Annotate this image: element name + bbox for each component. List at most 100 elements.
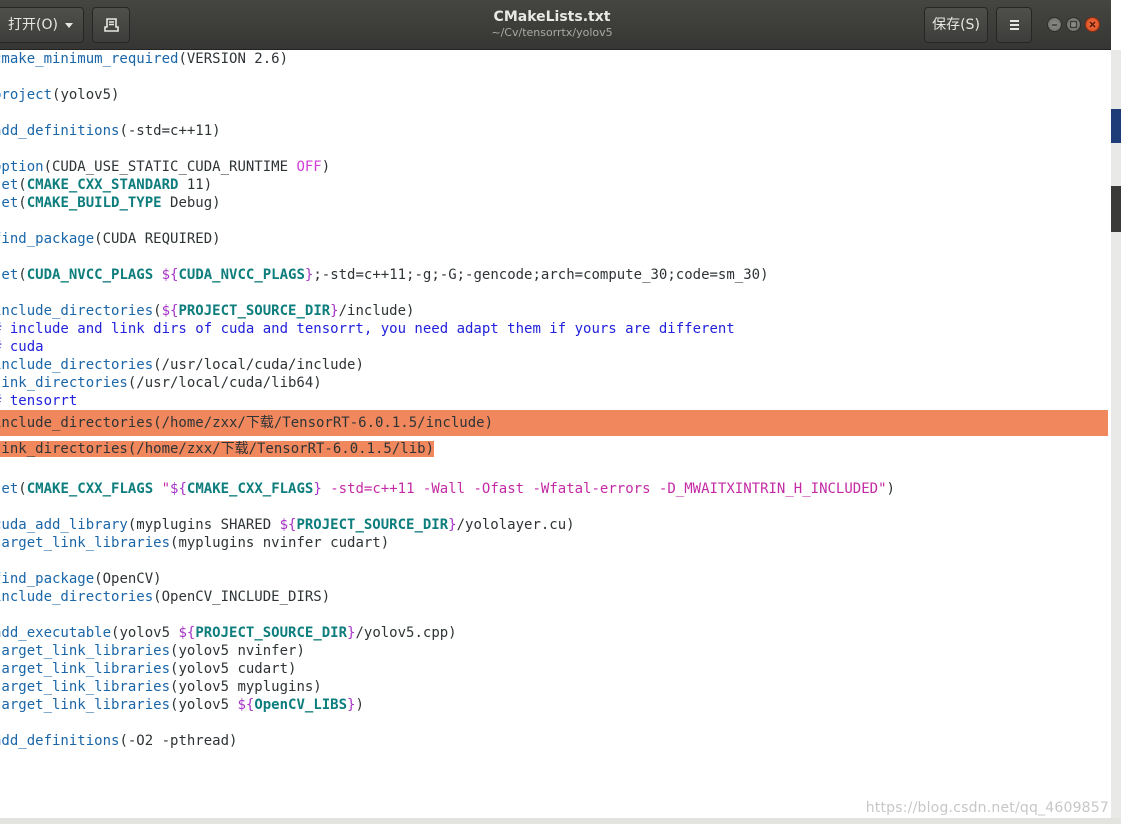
open-button[interactable]: 打开(O) bbox=[0, 7, 84, 43]
code-line[interactable] bbox=[0, 212, 1108, 230]
code-line[interactable] bbox=[0, 68, 1108, 86]
close-icon bbox=[1089, 21, 1096, 28]
code-token: PROJECT_SOURCE_DIR bbox=[296, 517, 449, 533]
code-line[interactable]: target_link_libraries(yolov5 myplugins) bbox=[0, 678, 1108, 696]
code-line[interactable]: cuda_add_library(myplugins SHARED ${PROJ… bbox=[0, 516, 1108, 534]
code-token: target_link_libraries bbox=[0, 535, 171, 551]
code-token: add_definitions bbox=[0, 733, 120, 749]
code-token: include_directories bbox=[0, 357, 154, 373]
maximize-button[interactable] bbox=[1066, 17, 1081, 32]
code-token: set bbox=[0, 177, 19, 193]
code-token: ${ bbox=[161, 267, 179, 283]
close-button[interactable] bbox=[1085, 17, 1100, 32]
code-token: # tensorrt bbox=[0, 393, 78, 409]
code-line[interactable]: include_directories(OpenCV_INCLUDE_DIRS) bbox=[0, 588, 1108, 606]
code-line[interactable] bbox=[0, 248, 1108, 266]
save-button[interactable]: 保存(S) bbox=[924, 7, 988, 43]
code-line[interactable]: add_executable(yolov5 ${PROJECT_SOURCE_D… bbox=[0, 624, 1108, 642]
code-line[interactable]: target_link_libraries(yolov5 nvinfer) bbox=[0, 642, 1108, 660]
code-line[interactable]: target_link_libraries(myplugins nvinfer … bbox=[0, 534, 1108, 552]
code-token: CUDA_NVCC_PLAGS bbox=[178, 267, 305, 283]
watermark: https://blog.csdn.net/qq_4609857 bbox=[865, 800, 1109, 816]
code-token: (CUDA REQUIRED) bbox=[94, 231, 221, 247]
selection: link_directories(/home/zxx/下载/TensorRT-6… bbox=[0, 441, 435, 457]
code-token: } bbox=[330, 303, 339, 319]
code-token: ${ bbox=[237, 697, 255, 713]
background-window-edge bbox=[1111, 186, 1121, 232]
code-token: set bbox=[0, 481, 19, 497]
code-line[interactable] bbox=[0, 284, 1108, 302]
code-line[interactable]: set(CMAKE_CXX_FLAGS "${CMAKE_CXX_FLAGS} … bbox=[0, 480, 1108, 498]
code-line[interactable]: add_definitions(-O2 -pthread) bbox=[0, 732, 1108, 750]
code-token: ( bbox=[18, 267, 27, 283]
code-line[interactable] bbox=[0, 606, 1108, 624]
code-token: find_package bbox=[0, 571, 95, 587]
code-token: /include) bbox=[338, 303, 415, 319]
code-token: target_link_libraries bbox=[0, 679, 171, 695]
code-token: ( bbox=[153, 303, 162, 319]
code-token: -std=c++11 -Wall -Ofast -Wfatal-errors -… bbox=[321, 481, 887, 497]
code-line[interactable]: find_package(OpenCV) bbox=[0, 570, 1108, 588]
code-token: CMAKE_CXX_STANDARD bbox=[26, 177, 179, 193]
code-token: OpenCV_LIBS bbox=[254, 697, 348, 713]
text-editor[interactable]: cmake_minimum_required(VERSION 2.6) proj… bbox=[0, 50, 1111, 818]
document-path: ~/Cv/tensorrtx/yolov5 bbox=[491, 26, 613, 39]
code-line[interactable]: find_package(CUDA REQUIRED) bbox=[0, 230, 1108, 248]
code-token: (CUDA_USE_STATIC_CUDA_RUNTIME bbox=[43, 159, 297, 175]
code-token: " bbox=[161, 481, 171, 497]
code-line[interactable]: set(CMAKE_CXX_STANDARD 11) bbox=[0, 176, 1108, 194]
code-line[interactable]: link_directories(/usr/local/cuda/lib64) bbox=[0, 374, 1108, 392]
code-line[interactable]: include_directories(/usr/local/cuda/incl… bbox=[0, 356, 1108, 374]
code-token: ( bbox=[18, 177, 27, 193]
code-token: set bbox=[0, 195, 19, 211]
code-line[interactable] bbox=[0, 462, 1108, 480]
code-line[interactable]: include_directories(/home/zxx/下载/TensorR… bbox=[0, 410, 1108, 436]
code-token: (yolov5 bbox=[170, 697, 238, 713]
code-token: include_directories(/home/zxx/下载/TensorR… bbox=[0, 415, 494, 431]
code-line[interactable]: target_link_libraries(yolov5 cudart) bbox=[0, 660, 1108, 678]
code-line[interactable]: # include and link dirs of cuda and tens… bbox=[0, 320, 1108, 338]
code-token: target_link_libraries bbox=[0, 661, 171, 677]
code-token: find_package bbox=[0, 231, 95, 247]
code-token: ) bbox=[886, 481, 895, 497]
code-line[interactable]: include_directories(${PROJECT_SOURCE_DIR… bbox=[0, 302, 1108, 320]
code-token: add_executable bbox=[0, 625, 112, 641]
code-token: 11) bbox=[178, 177, 213, 193]
code-token: cmake_minimum_required bbox=[0, 51, 179, 67]
code-token: ${ bbox=[161, 303, 179, 319]
code-line[interactable] bbox=[0, 552, 1108, 570]
code-token: include_directories bbox=[0, 303, 154, 319]
code-token: project bbox=[0, 87, 53, 103]
code-line[interactable]: set(CMAKE_BUILD_TYPE Debug) bbox=[0, 194, 1108, 212]
new-document-button[interactable] bbox=[92, 7, 130, 43]
menu-button[interactable] bbox=[996, 7, 1032, 43]
code-line[interactable]: cmake_minimum_required(VERSION 2.6) bbox=[0, 50, 1108, 68]
code-line[interactable]: # cuda bbox=[0, 338, 1108, 356]
code-line[interactable]: add_definitions(-std=c++11) bbox=[0, 122, 1108, 140]
code-line[interactable] bbox=[0, 498, 1108, 516]
code-token: ) bbox=[321, 159, 331, 175]
code-token: cuda_add_library bbox=[0, 517, 128, 533]
code-token: (OpenCV) bbox=[94, 571, 162, 587]
code-token: (yolov5 myplugins) bbox=[170, 679, 322, 695]
code-line[interactable]: project(yolov5) bbox=[0, 86, 1108, 104]
code-line[interactable]: option(CUDA_USE_STATIC_CUDA_RUNTIME OFF) bbox=[0, 158, 1108, 176]
code-token: } bbox=[448, 517, 457, 533]
code-view[interactable]: cmake_minimum_required(VERSION 2.6) proj… bbox=[0, 50, 1108, 750]
code-token: (-std=c++11) bbox=[119, 123, 221, 139]
minimize-button[interactable] bbox=[1047, 17, 1062, 32]
code-line[interactable] bbox=[0, 140, 1108, 158]
code-line[interactable]: set(CUDA_NVCC_PLAGS ${CUDA_NVCC_PLAGS};-… bbox=[0, 266, 1108, 284]
code-line[interactable]: link_directories(/home/zxx/下载/TensorRT-6… bbox=[0, 436, 1108, 462]
code-line[interactable] bbox=[0, 104, 1108, 122]
open-button-label: 打开(O) bbox=[8, 17, 58, 33]
code-line[interactable]: target_link_libraries(yolov5 ${OpenCV_LI… bbox=[0, 696, 1108, 714]
code-token: (OpenCV_INCLUDE_DIRS) bbox=[153, 589, 331, 605]
code-line[interactable] bbox=[0, 714, 1108, 732]
code-token: ( bbox=[18, 195, 27, 211]
code-token: (/usr/local/cuda/lib64) bbox=[127, 375, 322, 391]
code-token: link_directories bbox=[0, 375, 128, 391]
code-line[interactable]: # tensorrt bbox=[0, 392, 1108, 410]
